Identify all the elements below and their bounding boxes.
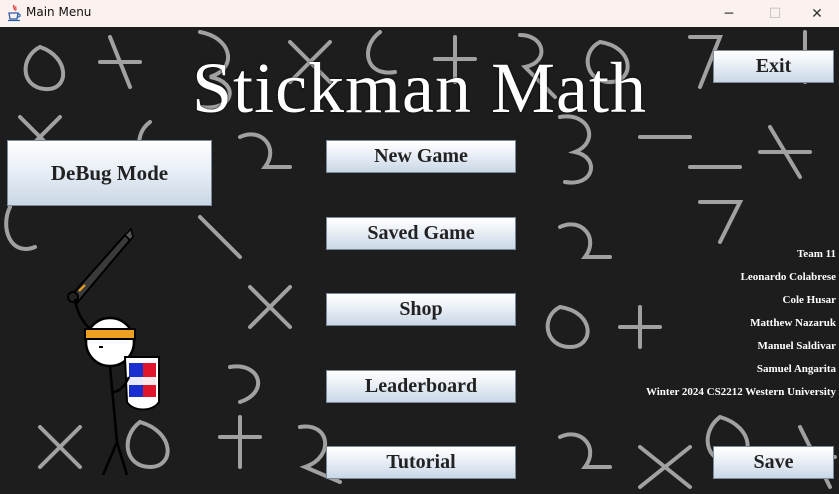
close-icon: ✕ bbox=[811, 5, 823, 22]
title-bar: Main Menu ─ ☐ ✕ bbox=[0, 0, 839, 27]
maximize-icon: ☐ bbox=[768, 5, 782, 22]
save-button[interactable]: Save bbox=[713, 446, 834, 479]
credit-line: Samuel Angarita bbox=[756, 363, 836, 375]
shop-button[interactable]: Shop bbox=[326, 293, 516, 326]
credit-line: Leonardo Colabrese bbox=[740, 271, 836, 283]
credit-line: Matthew Nazaruk bbox=[750, 317, 836, 329]
leaderboard-button[interactable]: Leaderboard bbox=[326, 370, 516, 403]
maximize-button[interactable]: ☐ bbox=[752, 0, 798, 27]
main-menu-window: Main Menu ─ ☐ ✕ Stickman Math Exit DeBug… bbox=[0, 0, 839, 494]
minimize-icon: ─ bbox=[724, 5, 734, 22]
debug-mode-button[interactable]: DeBug Mode bbox=[7, 140, 212, 206]
pencil-sword-icon bbox=[67, 227, 134, 305]
credits-list: Team 11 Leonardo Colabrese Cole Husar Ma… bbox=[646, 248, 836, 409]
credit-line: Manuel Saldivar bbox=[757, 340, 836, 352]
stickman-character bbox=[67, 227, 160, 476]
exit-button[interactable]: Exit bbox=[713, 50, 834, 83]
java-app-icon bbox=[8, 4, 21, 22]
window-title: Main Menu bbox=[26, 5, 92, 19]
shield-icon bbox=[123, 356, 160, 411]
credit-line: Winter 2024 CS2212 Western University bbox=[645, 386, 836, 398]
minimize-button[interactable]: ─ bbox=[706, 0, 752, 27]
credit-line: Team 11 bbox=[796, 248, 836, 260]
main-menu-panel: Stickman Math Exit DeBug Mode New Game S… bbox=[0, 27, 839, 494]
close-button[interactable]: ✕ bbox=[794, 0, 839, 27]
tutorial-button[interactable]: Tutorial bbox=[326, 446, 516, 479]
saved-game-button[interactable]: Saved Game bbox=[326, 217, 516, 250]
new-game-button[interactable]: New Game bbox=[326, 140, 516, 173]
credit-line: Cole Husar bbox=[782, 294, 836, 306]
